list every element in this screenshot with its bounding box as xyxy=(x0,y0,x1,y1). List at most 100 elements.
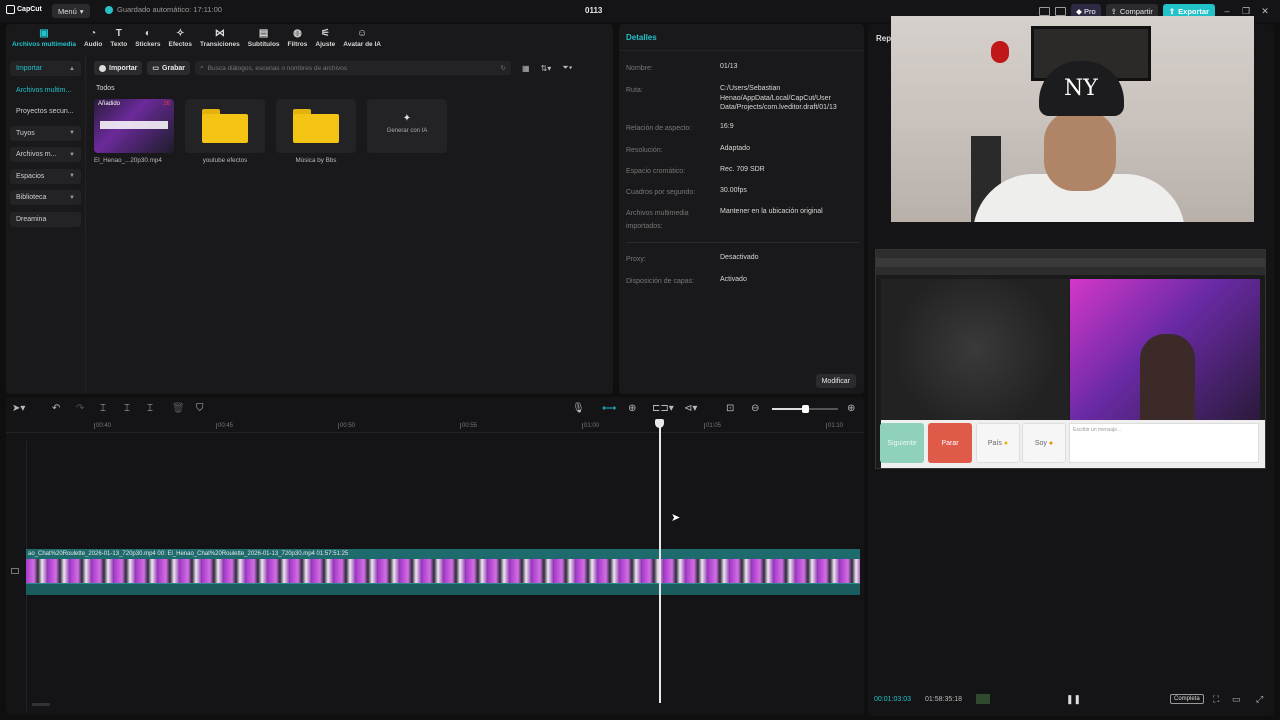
project-title[interactable]: 0113 xyxy=(585,6,602,15)
microphone-icon[interactable]: 🎙 xyxy=(572,403,585,415)
sidebar-item-5[interactable]: Espacios ▼ xyxy=(10,168,81,184)
effects-icon: ✧ xyxy=(176,27,185,39)
text-icon: T xyxy=(115,27,122,39)
horizontal-scrollbar[interactable] xyxy=(32,703,50,706)
aspect-icon[interactable]: ▭ xyxy=(1232,694,1241,705)
tab-effects[interactable]: ✧ Efectos xyxy=(165,24,196,52)
sidebar-item-0[interactable]: Importar ▲ xyxy=(10,61,81,76)
details-panel: Detalles Nombre: 01/13 Ruta: C:/Users/Sebas… xyxy=(619,24,864,394)
sidebar-item-2[interactable]: Proyectos secun... xyxy=(10,104,81,119)
media-item-folder[interactable]: Música by Bbs xyxy=(276,99,356,164)
transitions-icon: ⋈ xyxy=(214,27,225,39)
ruler-tick: 00:50 xyxy=(337,423,356,429)
search-icon: ⌕ xyxy=(200,64,204,71)
record-button[interactable]: ▭ Grabar xyxy=(147,61,190,75)
autosave-status: Guardado automático: 17:11:00 xyxy=(105,5,222,14)
plus-icon xyxy=(99,64,106,72)
generate-ai-card[interactable]: ✦ Generar con IA xyxy=(367,99,447,164)
sidebar-item-1[interactable]: Archivos multim... xyxy=(10,83,81,98)
ai-avatar-icon: ☺ xyxy=(357,27,368,39)
zoom-slider-handle[interactable] xyxy=(802,405,809,413)
playhead[interactable] xyxy=(659,421,661,703)
redo-icon[interactable]: ↷ xyxy=(76,403,84,415)
delete-icon[interactable]: 🗑 xyxy=(172,403,185,415)
media-item-folder[interactable]: youtube efectos xyxy=(185,99,265,164)
split-icon[interactable]: ⌶ xyxy=(100,403,106,415)
fullscreen-icon[interactable]: ⤢ xyxy=(1256,694,1263,705)
maximize-icon[interactable]: ❐ xyxy=(1239,6,1253,17)
close-icon[interactable]: ✕ xyxy=(1258,6,1272,17)
grid-view-icon[interactable]: ▦ xyxy=(522,64,530,73)
stop-button[interactable]: Parar xyxy=(928,423,972,463)
video-clip[interactable]: ao_Chat%20Roulette_2026-01-13_720p30.mp4… xyxy=(26,549,860,597)
select-tool-icon[interactable]: ➤▾ xyxy=(12,403,25,415)
ruler-tick: 00:55 xyxy=(459,423,478,429)
stranger-video xyxy=(881,279,1069,420)
menu-button[interactable]: Menú ▾ xyxy=(52,4,90,18)
tab-ai-avatar[interactable]: ☺ Avatar de IA xyxy=(339,24,385,52)
detail-row: Cuadros por segundo: 30.00fps xyxy=(626,186,862,199)
sidebar-item-4[interactable]: Archivos m... ▼ xyxy=(10,147,81,162)
caption-icon[interactable]: ⊡ xyxy=(726,403,734,415)
record-icon: ▭ xyxy=(152,65,160,72)
tab-media[interactable]: ▣ Archivos multimedia xyxy=(8,24,80,52)
detail-key: Proxy: xyxy=(626,256,646,263)
keyboard-icon[interactable] xyxy=(1055,6,1067,16)
snapshot-icon[interactable]: ⛶ xyxy=(1213,694,1219,705)
folder-icon xyxy=(202,109,248,143)
tab-sticker[interactable]: ◐ Stickers xyxy=(131,24,164,52)
chat-box[interactable]: Escribir un mensaje... xyxy=(1069,423,1259,463)
tab-transitions[interactable]: ⋈ Transiciones xyxy=(196,24,244,52)
detail-row: Resolución: Adaptado xyxy=(626,144,862,157)
detail-value: Activado xyxy=(720,276,747,283)
sidebar-item-6[interactable]: Biblioteca ▼ xyxy=(10,190,81,205)
undo-icon[interactable]: ↶ xyxy=(52,403,60,415)
next-button[interactable]: Siguiente xyxy=(880,423,924,463)
detail-value: Adaptado xyxy=(720,145,750,152)
zoom-out-icon[interactable]: ⊖ xyxy=(751,403,759,415)
split-right-icon[interactable]: ⌶ xyxy=(147,403,153,415)
clip-frames xyxy=(26,559,860,583)
tab-text[interactable]: T Texto xyxy=(106,24,131,52)
zoom-in-icon[interactable]: ⊕ xyxy=(847,403,855,415)
country-button[interactable]: País ● xyxy=(976,423,1020,463)
tab-subtitles[interactable]: ▤ Subtítulos xyxy=(244,24,284,52)
chevron-down-icon: ▾ xyxy=(79,6,84,16)
sort-icon[interactable]: ⇅▾ xyxy=(541,64,552,73)
snap-icon[interactable]: ⊕ xyxy=(628,403,636,415)
folder-icon xyxy=(293,109,339,143)
video-thumbnail[interactable]: Añadido 26 xyxy=(94,99,174,153)
modify-button[interactable]: Modificar xyxy=(815,374,856,388)
gender-button[interactable]: Soy ● xyxy=(1022,423,1066,463)
detail-row: Espacio cromático: Rec. 709 SDR xyxy=(626,165,862,178)
search-input[interactable] xyxy=(207,64,497,72)
tab-adjust[interactable]: ⚟ Ajuste xyxy=(311,24,339,52)
shield-icon[interactable]: ⛉ xyxy=(196,403,204,415)
split-left-icon[interactable]: ⌶ xyxy=(124,403,130,415)
layout-icon[interactable] xyxy=(1039,6,1051,16)
filter-icon[interactable]: ⏷▾ xyxy=(562,63,572,73)
tab-filters[interactable]: ◍ Filtros xyxy=(284,24,312,52)
zoom-slider[interactable] xyxy=(772,405,838,413)
audio-icon: ◔ xyxy=(90,27,97,39)
track-icon[interactable] xyxy=(11,568,19,574)
tab-audio[interactable]: ◔ Audio xyxy=(80,24,106,52)
sidebar-item-7[interactable]: Dreamina xyxy=(10,211,81,227)
refresh-icon[interactable]: ↻ xyxy=(501,64,506,72)
media-item-video[interactable]: Añadido 26 El_Henao_...20p30.mp4 xyxy=(94,99,174,164)
preview-axis-icon[interactable]: ⊲▾ xyxy=(684,403,697,415)
minimize-icon[interactable]: – xyxy=(1220,6,1234,16)
audio-meter xyxy=(976,694,990,704)
playhead-handle[interactable] xyxy=(655,419,664,428)
media-search[interactable]: ⌕ ↻ xyxy=(195,61,511,75)
share-icon: ⇪ xyxy=(1110,6,1117,16)
link-icon[interactable]: ⟷ xyxy=(602,403,616,415)
ruler-tick: 01:05 xyxy=(703,423,722,429)
magnet-icon[interactable]: ⊏⊐▾ xyxy=(652,403,674,415)
timeline-ruler[interactable]: 00:40 00:45 00:50 00:55 01:00 01:05 01:10 xyxy=(6,421,864,433)
pause-icon[interactable]: ❚❚ xyxy=(1066,694,1081,705)
import-button[interactable]: Importar xyxy=(94,61,143,75)
sidebar-item-3[interactable]: Tuyos ▼ xyxy=(10,125,81,141)
ratio-button[interactable]: Completa xyxy=(1170,694,1204,704)
ruler-tick: 01:10 xyxy=(825,423,844,429)
